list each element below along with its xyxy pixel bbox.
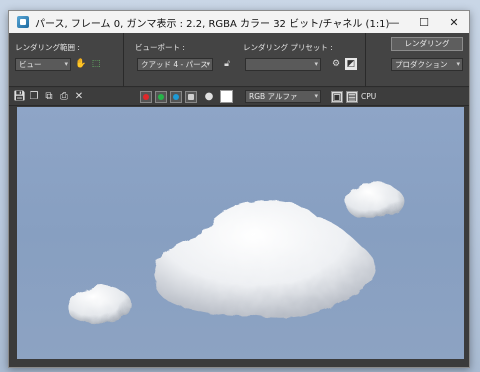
title-bar[interactable]: パース, フレーム 0, ガンマ表示 : 2.2, RGBA カラー 32 ビッ…	[9, 11, 469, 33]
small-cloud-left	[67, 285, 132, 324]
rendered-image	[67, 181, 404, 324]
red-dot-icon	[143, 94, 149, 100]
cpu-label: CPU	[361, 92, 377, 101]
alpha-icon	[188, 94, 194, 100]
viewport-label: ビューポート :	[135, 43, 185, 52]
chevron-down-icon: ▾	[314, 92, 318, 100]
green-channel-toggle[interactable]	[155, 91, 167, 103]
blue-channel-toggle[interactable]	[170, 91, 182, 103]
window-title: パース, フレーム 0, ガンマ表示 : 2.2, RGBA カラー 32 ビッ…	[35, 18, 390, 30]
save-icon[interactable]: 💾︎	[13, 91, 26, 103]
app-icon	[17, 16, 29, 28]
area-dropdown[interactable]: ビュー ▾	[15, 58, 71, 71]
production-dropdown-value: プロダクション	[395, 60, 448, 69]
chevron-down-icon: ▾	[64, 60, 68, 68]
maximize-button[interactable]: ☐	[409, 11, 439, 33]
channel-dropdown[interactable]: RGB アルファ ▾	[245, 90, 321, 103]
divider	[365, 33, 366, 87]
chevron-down-icon: ▾	[206, 60, 210, 68]
environment-icon[interactable]: ◩	[345, 58, 357, 70]
green-dot-icon	[158, 94, 164, 100]
large-cloud	[155, 199, 375, 318]
frame-toolbar: 💾︎ ❐ ⧉ ⎙ ✕ ● RGB アルファ ▾ ▣ ▤ CPU	[9, 88, 469, 106]
lock-icon[interactable]: 🔓︎	[221, 58, 233, 70]
minimize-button[interactable]: —	[379, 11, 409, 33]
viewport-dropdown[interactable]: クアッド 4 - パース ▾	[137, 58, 213, 71]
render-viewport[interactable]	[17, 107, 464, 361]
window-controls: — ☐ ✕	[379, 11, 469, 33]
render-frame-icon[interactable]: ▤	[346, 91, 358, 103]
channel-dropdown-value: RGB アルファ	[249, 92, 298, 101]
viewport-dropdown-value: クアッド 4 - パース	[141, 60, 208, 69]
status-bar	[9, 359, 469, 367]
preset-dropdown[interactable]: ▾	[245, 58, 321, 71]
print-icon[interactable]: ⎙	[58, 91, 70, 103]
preset-label: レンダリング プリセット :	[243, 43, 333, 52]
blue-dot-icon	[173, 94, 179, 100]
clone-icon[interactable]: ⧉	[43, 91, 55, 103]
divider	[123, 33, 124, 87]
rendered-frame-window: パース, フレーム 0, ガンマ表示 : 2.2, RGBA カラー 32 ビッ…	[8, 10, 470, 368]
monochrome-icon[interactable]: ●	[203, 91, 215, 103]
color-swatch[interactable]	[220, 90, 233, 103]
teapot-settings-icon[interactable]: ⚙	[330, 58, 342, 70]
red-channel-toggle[interactable]	[140, 91, 152, 103]
render-settings-panel: レンダリング範囲 : ビュー ▾ ✋ ⬚ ビューポート : クアッド 4 - パ…	[9, 33, 469, 87]
chevron-down-icon: ▾	[314, 60, 318, 68]
region-select-icon[interactable]: ⬚	[90, 58, 102, 70]
alpha-channel-toggle[interactable]	[185, 91, 197, 103]
render-button[interactable]: レンダリング	[391, 37, 463, 51]
hand-icon[interactable]: ✋	[75, 58, 87, 70]
area-dropdown-value: ビュー	[19, 60, 42, 69]
frame-buffer-icon[interactable]: ▣	[331, 91, 343, 103]
close-button[interactable]: ✕	[439, 11, 469, 33]
small-cloud-right	[345, 181, 404, 218]
chevron-down-icon: ▾	[456, 60, 460, 68]
clear-icon[interactable]: ✕	[73, 91, 85, 103]
area-label: レンダリング範囲 :	[15, 43, 80, 52]
production-dropdown[interactable]: プロダクション ▾	[391, 58, 463, 71]
copy-icon[interactable]: ❐	[28, 91, 40, 103]
